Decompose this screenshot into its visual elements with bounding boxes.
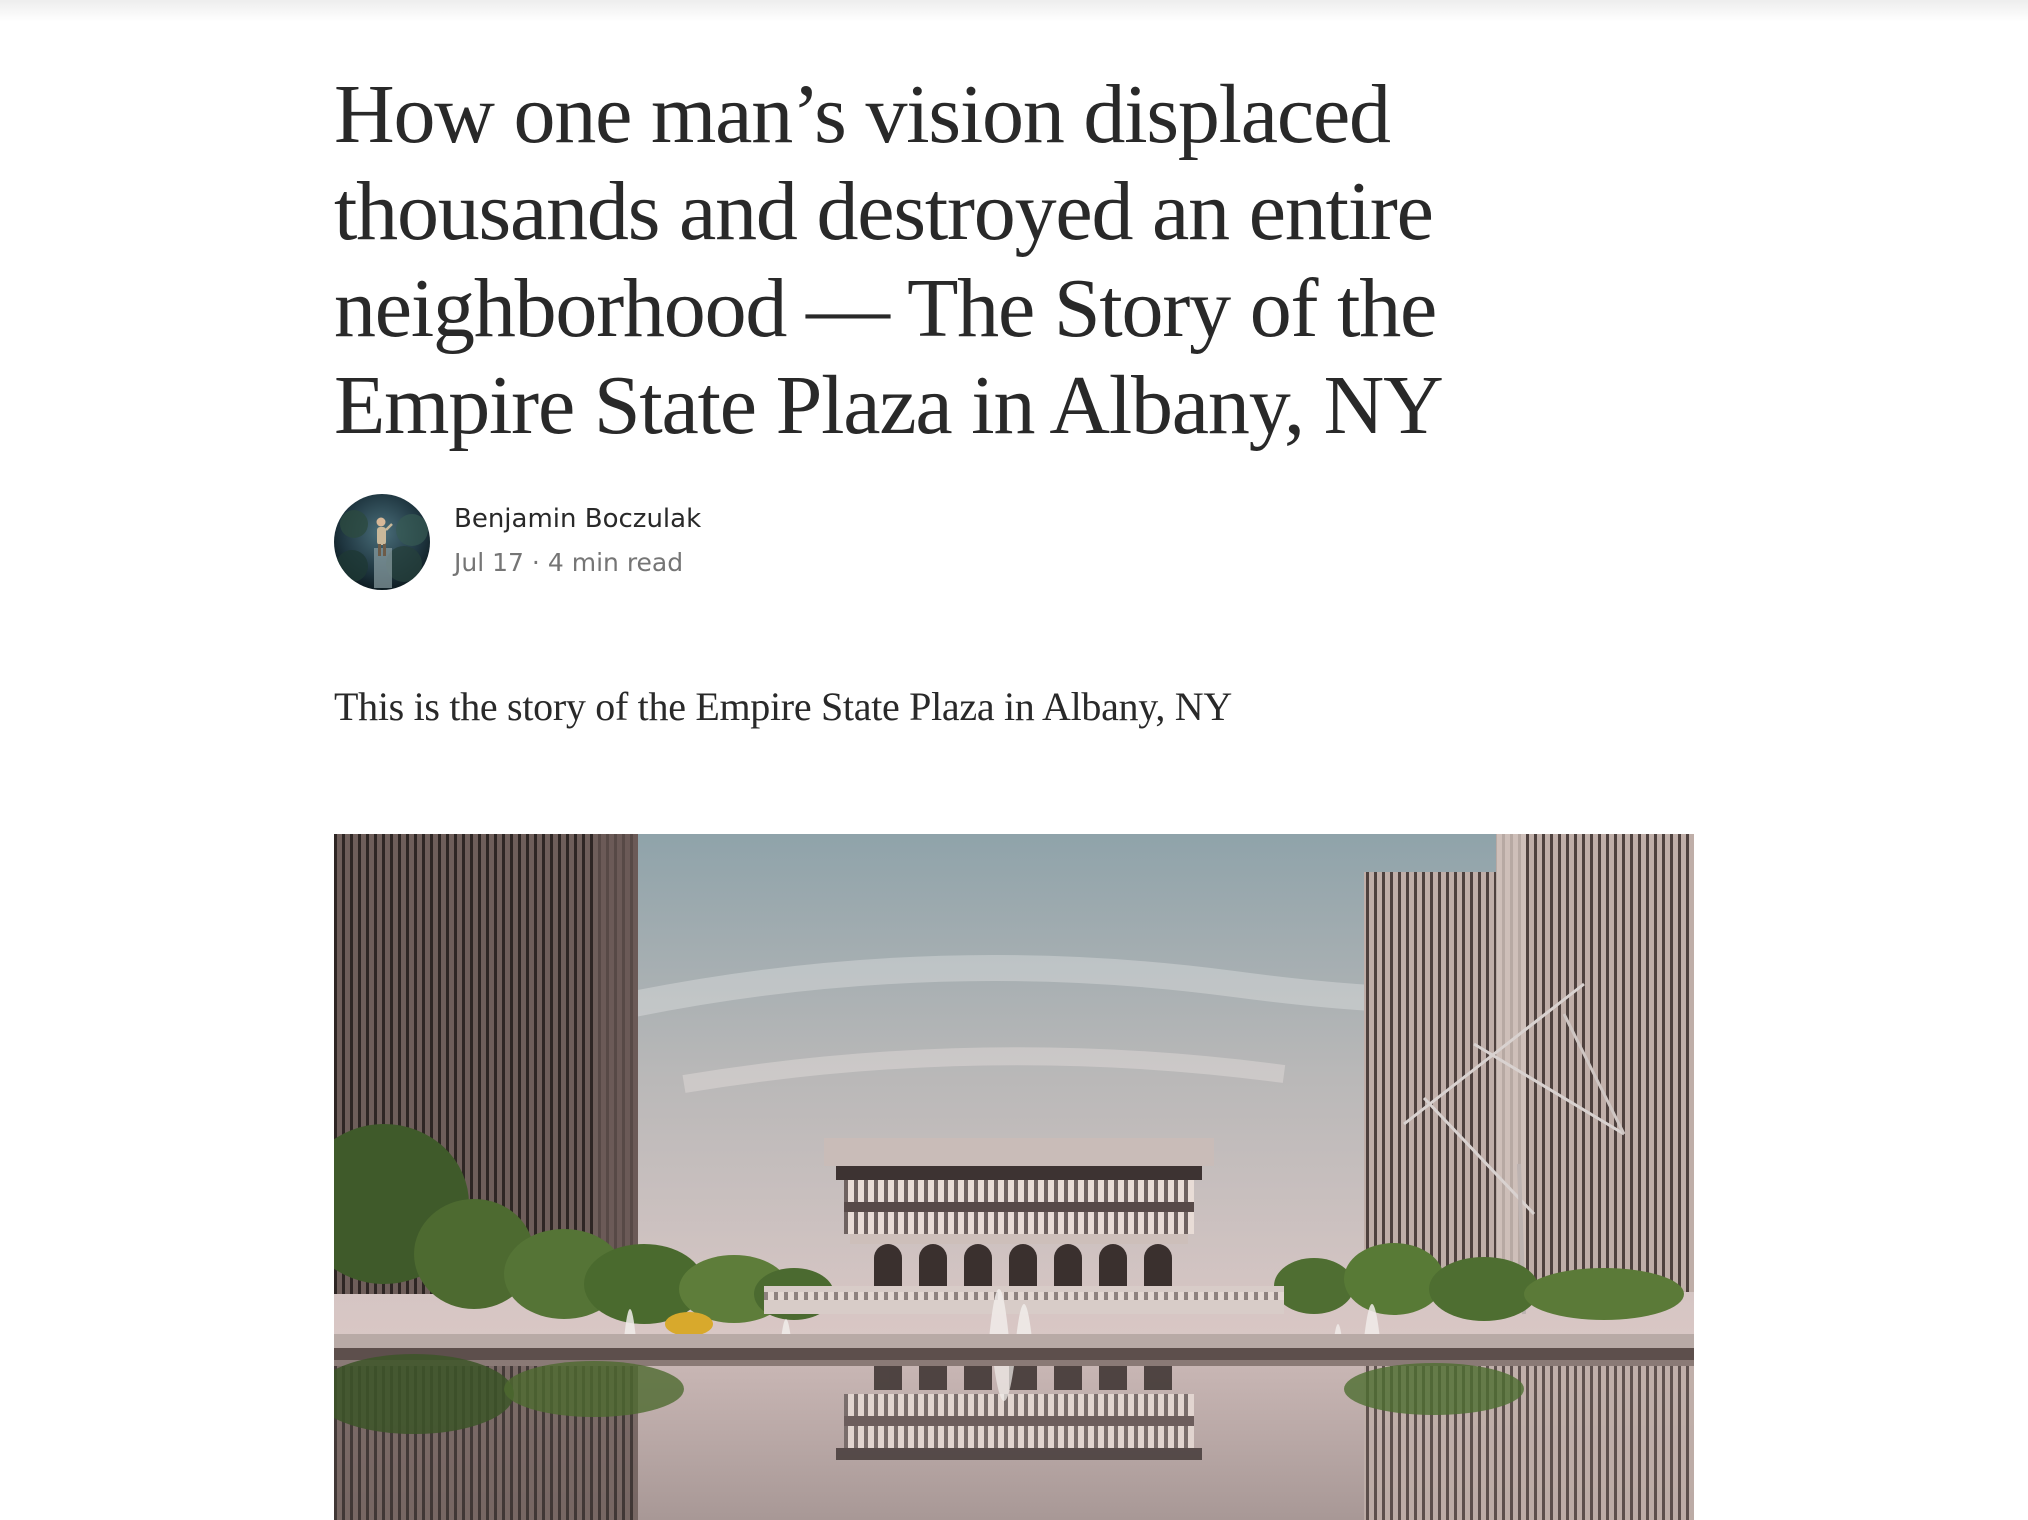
author-name-link[interactable]: Benjamin Boczulak — [454, 504, 701, 534]
article-intro: This is the story of the Empire State Pl… — [334, 684, 1232, 729]
empire-state-plaza-photo-icon — [334, 834, 1694, 1520]
hero-image — [334, 834, 1694, 1520]
meta-separator: · — [531, 548, 540, 577]
read-time: 4 min read — [547, 548, 684, 577]
author-avatar[interactable] — [334, 494, 430, 590]
article-title: How one man’s vision displaced thousands… — [334, 68, 1444, 452]
author-photo-icon — [334, 494, 430, 590]
post-meta: Jul 17 · 4 min read — [454, 548, 683, 577]
top-bar-shadow — [0, 0, 2028, 22]
byline: Benjamin Boczulak Jul 17 · 4 min read — [334, 494, 1134, 590]
publish-date: Jul 17 — [454, 548, 524, 577]
